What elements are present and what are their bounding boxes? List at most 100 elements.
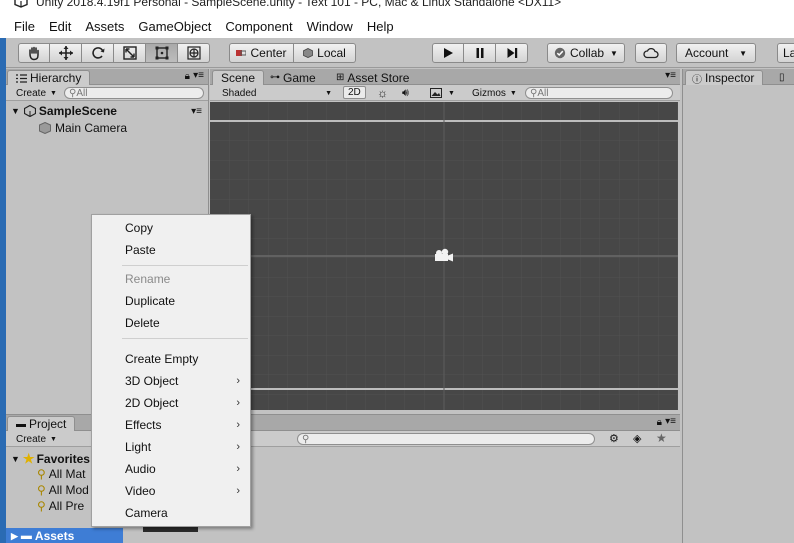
tab-inspector[interactable]: ⓘ Inspector: [685, 70, 764, 86]
scene-panel-menu-icon[interactable]: ▾≡: [665, 70, 676, 81]
assets-row[interactable]: ▶ ▬ Assets: [11, 529, 74, 543]
account-dropdown[interactable]: Account ▼: [676, 43, 756, 63]
lock-icon[interactable]: 🔒︎: [185, 71, 190, 82]
collab-button[interactable]: Collab ▼: [547, 43, 625, 63]
window-title: Unity 2018.4.19f1 Personal - SampleScene…: [36, 0, 562, 9]
shading-dropdown-icon: ▼: [325, 89, 332, 97]
project-lock-icon[interactable]: 🔒︎: [657, 417, 662, 428]
transform-tool-button[interactable]: [178, 43, 210, 63]
menu-item-paste[interactable]: Paste: [92, 240, 250, 260]
assets-expand-icon[interactable]: ▶: [11, 531, 18, 542]
scene-search-input[interactable]: ⚲︎ All: [525, 87, 673, 99]
tab-game[interactable]: ⊶ Game: [262, 70, 324, 85]
hierarchy-create-button[interactable]: Create ▼: [12, 86, 61, 100]
menu-component[interactable]: Component: [225, 19, 292, 34]
cloud-icon: [643, 47, 659, 59]
2d-toggle-button[interactable]: 2D: [343, 86, 366, 99]
expand-arrow-icon[interactable]: ▼: [11, 106, 20, 116]
menu-item-camera[interactable]: Camera: [92, 503, 250, 523]
inspector-tabstrip: ⓘ Inspector ▯: [683, 69, 794, 86]
space-local-button[interactable]: Local: [294, 43, 356, 63]
gizmos-dropdown[interactable]: Gizmos ▼: [468, 86, 521, 100]
menu-item-copy[interactable]: Copy: [92, 218, 250, 238]
lighting-toggle-button[interactable]: ☼: [373, 86, 392, 100]
audio-toggle-button[interactable]: 🔊︎: [398, 86, 413, 100]
hand-tool-button[interactable]: [18, 43, 50, 63]
project-create-button[interactable]: Create ▼: [12, 432, 61, 446]
menu-item-light[interactable]: Light ›: [92, 437, 250, 457]
menu-item-label: Audio: [125, 462, 156, 476]
menu-item-label: Paste: [125, 243, 156, 257]
gizmos-dropdown-icon: ▼: [509, 89, 517, 97]
filter-by-label-icon[interactable]: ◈: [633, 432, 641, 445]
sun-icon: ☼: [377, 86, 388, 100]
pause-button[interactable]: [464, 43, 496, 63]
menu-item-create-empty[interactable]: Create Empty: [92, 349, 250, 369]
favorites-star-icon[interactable]: ★: [656, 431, 667, 445]
store-icon: ⊞: [336, 72, 345, 83]
menu-assets[interactable]: Assets: [85, 19, 124, 34]
step-button[interactable]: [496, 43, 528, 63]
favorites-item[interactable]: ⚲︎ All Pre: [37, 499, 84, 513]
menu-gameobject[interactable]: GameObject: [138, 19, 211, 34]
menu-separator: [122, 265, 248, 266]
menu-item-rename: Rename: [92, 269, 250, 289]
menu-item-effects[interactable]: Effects ›: [92, 415, 250, 435]
shading-mode-dropdown[interactable]: Shaded ▼: [218, 86, 336, 100]
hierarchy-item[interactable]: Main Camera: [39, 121, 127, 135]
image-icon: [430, 88, 442, 98]
scene-menu-icon[interactable]: ▾≡: [191, 106, 202, 117]
effects-dropdown-icon: ▼: [448, 89, 455, 97]
favorites-item[interactable]: ⚲︎ All Mat: [37, 467, 85, 481]
project-tab-label: Project: [29, 417, 67, 431]
favorites-expand-icon[interactable]: ▼: [11, 454, 20, 464]
pause-icon: [476, 48, 483, 58]
menu-file[interactable]: File: [14, 19, 35, 34]
menu-item-3d-object[interactable]: 3D Object ›: [92, 371, 250, 391]
hand-icon: [29, 46, 39, 61]
menu-item-2d-object[interactable]: 2D Object ›: [92, 393, 250, 413]
move-tool-button[interactable]: [50, 43, 82, 63]
cloud-button[interactable]: [635, 43, 667, 63]
menu-item-delete[interactable]: Delete: [92, 313, 250, 333]
transform-tools: [18, 43, 210, 63]
scale-tool-button[interactable]: [114, 43, 146, 63]
tab-hierarchy[interactable]: Hierarchy: [7, 70, 91, 85]
favorites-item[interactable]: ⚲︎ All Mod: [37, 483, 89, 497]
tab-project[interactable]: ▬ Project: [7, 416, 76, 431]
scene-viewport[interactable]: [210, 102, 678, 410]
hierarchy-search-input[interactable]: ⚲︎ All: [64, 87, 204, 99]
favorites-row[interactable]: ▼ ★ Favorites: [11, 451, 90, 467]
menu-item-label: Duplicate: [125, 294, 176, 308]
menu-item-video[interactable]: Video ›: [92, 481, 250, 501]
scene-tabstrip: Scene ⊶ Game ⊞ Asset Store ▾≡: [210, 69, 680, 85]
title-bar: Unity 2018.4.19f1 Personal - SampleScene…: [0, 0, 794, 14]
menu-item-duplicate[interactable]: Duplicate: [92, 291, 250, 311]
menu-item-label: Delete: [125, 316, 160, 330]
panel-menu-icon[interactable]: ▾≡: [193, 70, 204, 81]
menu-window[interactable]: Window: [307, 19, 353, 34]
tab-scene[interactable]: Scene: [212, 70, 265, 85]
project-search-input[interactable]: ⚲︎: [297, 433, 595, 445]
tab-asset-store[interactable]: ⊞ Asset Store: [328, 70, 417, 85]
playback-controls: [432, 43, 528, 63]
menu-item-label: Create Empty: [125, 352, 199, 366]
play-icon: [444, 48, 453, 58]
project-panel-menu-icon[interactable]: ▾≡: [665, 416, 676, 427]
collab-dropdown-icon: ▼: [610, 48, 618, 58]
rect-tool-button[interactable]: [146, 43, 178, 63]
menu-item-audio[interactable]: Audio ›: [92, 459, 250, 479]
menu-item-label: 2D Object: [125, 396, 179, 410]
filter-by-type-icon[interactable]: ⚙︎: [609, 432, 619, 445]
play-button[interactable]: [432, 43, 464, 63]
layers-dropdown[interactable]: La: [777, 43, 794, 63]
move-icon: [58, 46, 73, 60]
effects-dropdown[interactable]: ▼: [426, 86, 459, 100]
menu-help[interactable]: Help: [367, 19, 394, 34]
unity-scene-icon: [23, 105, 36, 117]
menu-edit[interactable]: Edit: [49, 19, 71, 34]
rotate-tool-button[interactable]: [82, 43, 114, 63]
tab-services[interactable]: ▯: [771, 70, 793, 85]
pivot-center-button[interactable]: Center: [229, 43, 294, 63]
scene-root-row[interactable]: ▼ SampleScene: [11, 104, 117, 118]
